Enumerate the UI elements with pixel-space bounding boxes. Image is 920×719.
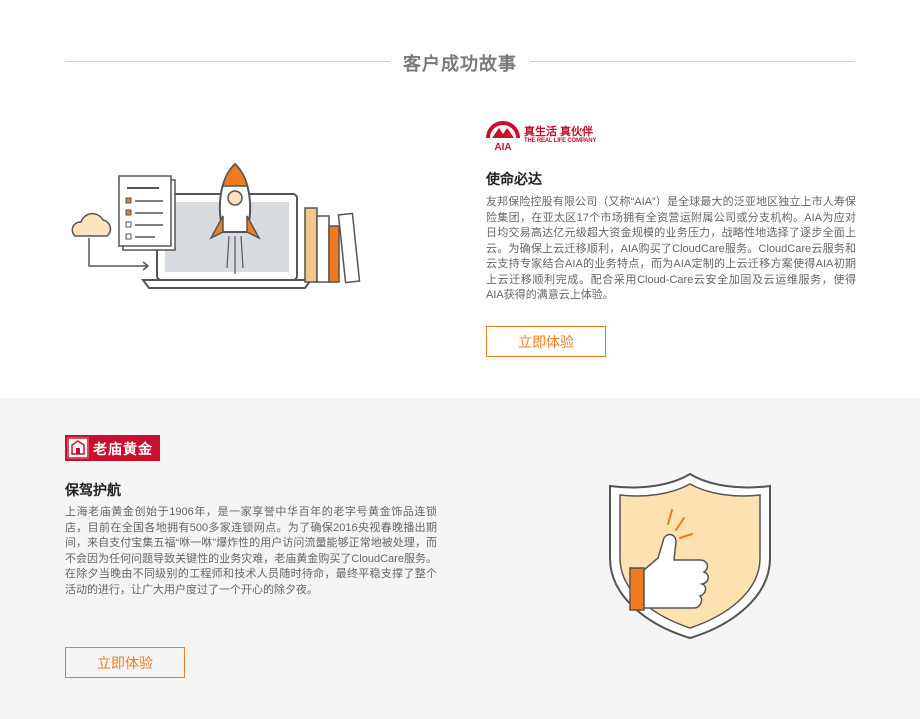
books-icon (304, 207, 361, 284)
aia-logo-mark: AIA (486, 121, 520, 152)
case2-title: 保驾护航 (65, 482, 121, 498)
case1-description: 友邦保险控股有限公司（又称“AIA”）是全球最大的泛亚地区独立上市人寿保险集团，… (486, 196, 856, 301)
laomiao-wordmark: 老庙黄金 (93, 442, 153, 458)
case2-description: 上海老庙黄金创始于1906年，是一家享誉中华百年的老字号黄金饰品连锁店，目前在全… (65, 506, 437, 596)
case-aia: AIA 真生活 真伙伴 THE REAL LIFE COMPANY 使命必达 友… (0, 84, 920, 398)
case-laomiao: 老庙黄金 保驾护航 上海老庙黄金创始于1906年，是一家享誉中华百年的老字号黄金… (0, 398, 920, 719)
svg-text:AIA: AIA (494, 142, 511, 152)
aia-slogan-cn: 真生活 真伙伴 (524, 126, 594, 138)
aia-logo: AIA 真生活 真伙伴 THE REAL LIFE COMPANY (486, 118, 596, 154)
rocket-launch-illustration (71, 162, 361, 289)
case1-try-button[interactable]: 立即体验 (486, 326, 606, 357)
case2-try-button[interactable]: 立即体验 (65, 647, 185, 678)
laomiao-seal-icon (67, 437, 89, 459)
case1-title: 使命必达 (486, 171, 542, 187)
laomiao-logo: 老庙黄金 (65, 435, 160, 461)
shield-thumbs-up-illustration (609, 472, 771, 640)
shield-icon (609, 472, 771, 640)
section-header: 客户成功故事 (0, 40, 920, 84)
header-divider-left (65, 61, 390, 62)
aia-slogan-en: THE REAL LIFE COMPANY (524, 138, 597, 144)
checklist-icon (118, 175, 176, 251)
header-divider-right (530, 61, 855, 62)
section-title: 客户成功故事 (403, 54, 517, 74)
